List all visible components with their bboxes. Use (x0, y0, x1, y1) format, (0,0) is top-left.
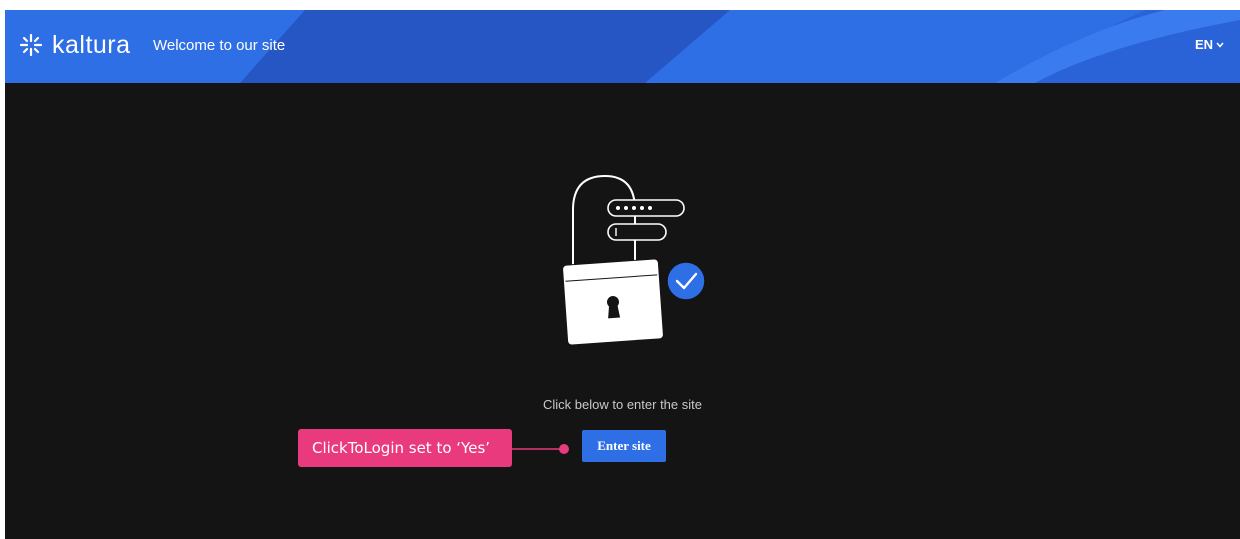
annotation-callout: ClickToLogin set to ‘Yes’ (298, 429, 512, 467)
kaltura-logo[interactable]: kaltura (18, 30, 131, 60)
site-header: kaltura Welcome to our site EN (5, 10, 1240, 83)
callout-text: ClickToLogin set to ‘Yes’ (312, 439, 491, 457)
site-title: Welcome to our site (153, 37, 286, 54)
padlock-illustration-icon (562, 174, 706, 346)
brand-wordmark: kaltura (52, 30, 131, 59)
enter-instruction: Click below to enter the site (543, 397, 702, 412)
language-selector[interactable]: EN (1195, 37, 1224, 52)
chevron-down-icon (1216, 42, 1224, 48)
check-icon (666, 261, 706, 301)
kaltura-logo-icon (19, 33, 43, 57)
app-frame: kaltura Welcome to our site EN Click bel… (5, 10, 1240, 539)
enter-site-button[interactable]: Enter site (582, 430, 666, 462)
language-label: EN (1194, 37, 1213, 52)
callout-connector (512, 444, 569, 454)
